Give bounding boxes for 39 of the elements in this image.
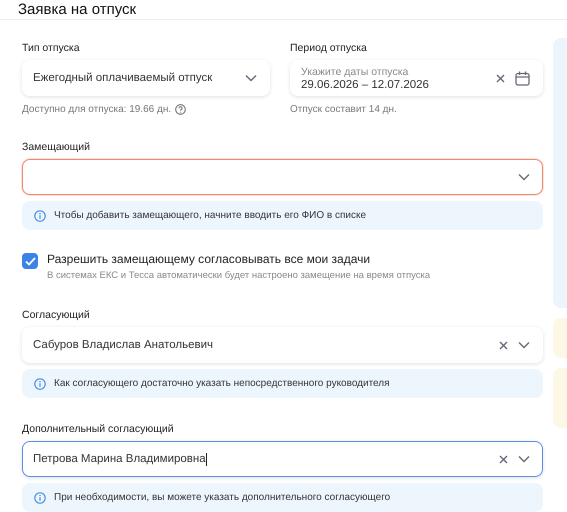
field-value: Ежегодный оплачиваемый отпуск <box>33 72 212 84</box>
chevron-down-icon[interactable] <box>518 173 530 181</box>
side-card <box>553 318 567 358</box>
field-label: Замещающий <box>22 141 90 153</box>
helper-text: Отпуск составит 14 дн. <box>290 104 397 115</box>
close-icon[interactable] <box>499 340 508 350</box>
info-icon <box>34 492 46 504</box>
helper-text: Доступно для отпуска: 19.66 дн. <box>22 104 172 115</box>
close-icon[interactable] <box>499 454 508 464</box>
note-text: Как согласующего достаточно указать непосредственного руководителя <box>54 378 390 389</box>
field-value: 29.06.2026 – 12.07.2026 <box>301 78 429 90</box>
field-value: Петрова Марина Владимировна <box>33 453 206 465</box>
date-field[interactable]: Укажите даты отпуска 29.06.2026 – 12.07.2026 <box>290 60 543 96</box>
page-title: Заявка на отпуск <box>18 1 136 18</box>
select-field[interactable] <box>22 159 543 195</box>
select-field[interactable]: Ежегодный оплачиваемый отпуск <box>22 60 270 96</box>
field-value: Сабуров Владислав Анатольевич <box>33 339 214 351</box>
checkbox-description: В системах ЕКС и Тесса автоматически будет настроено замещение на время отпуска <box>47 270 430 281</box>
field-label: Период отпуска <box>290 42 367 54</box>
close-icon[interactable] <box>496 74 505 82</box>
note-text: Чтобы добавить замещающего, начните вводить его ФИО в списке <box>54 210 366 221</box>
chevron-down-icon[interactable] <box>518 341 530 349</box>
side-card <box>553 368 567 428</box>
checkbox[interactable] <box>22 253 38 269</box>
note-text: При необходимости, вы можете указать дополнительного согласующего <box>54 492 390 503</box>
chevron-down-icon[interactable] <box>518 455 530 463</box>
info-icon <box>34 210 46 222</box>
select-field[interactable]: Сабуров Владислав Анатольевич <box>22 327 543 363</box>
info-icon <box>34 378 46 390</box>
help-icon[interactable] <box>175 104 186 115</box>
field-label: Дополнительный согласующий <box>22 423 174 435</box>
field-label: Согласующий <box>22 309 90 321</box>
calendar-icon[interactable] <box>515 70 530 86</box>
text-cursor <box>206 452 207 466</box>
field-label: Тип отпуска <box>22 42 80 54</box>
field-hint: Укажите даты отпуска <box>301 66 408 78</box>
checkbox-label[interactable]: Разрешить замещающему согласовывать все мои задачи <box>47 252 370 266</box>
select-field[interactable]: Петрова Марина Владимировна <box>22 441 543 477</box>
chevron-down-icon[interactable] <box>245 74 257 82</box>
